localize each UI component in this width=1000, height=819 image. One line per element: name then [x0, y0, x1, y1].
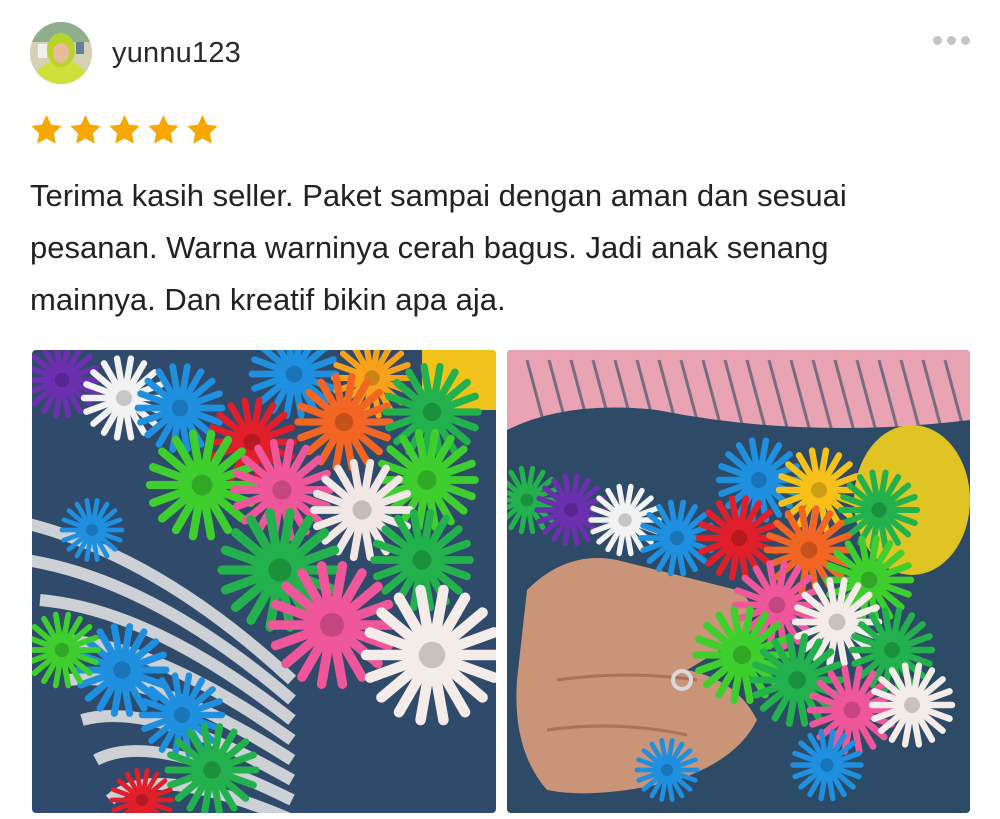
star-icon: [186, 114, 219, 145]
username[interactable]: yunnu123: [112, 37, 241, 70]
more-options-icon[interactable]: [933, 36, 970, 45]
more-dot-icon: [933, 36, 942, 45]
user-avatar-icon[interactable]: [30, 22, 92, 84]
more-dot-icon: [961, 36, 970, 45]
star-icon: [30, 114, 63, 145]
star-icon: [108, 114, 141, 145]
review-photo-2[interactable]: [507, 350, 970, 813]
review-photo-1[interactable]: [32, 350, 496, 813]
more-dot-icon: [947, 36, 956, 45]
star-icon: [69, 114, 102, 145]
review-card: yunnu123 Terima kasih seller. Paket samp…: [0, 0, 1000, 819]
star-rating: [30, 114, 219, 145]
review-comment: Terima kasih seller. Paket sampai dengan…: [30, 178, 847, 317]
star-icon: [147, 114, 180, 145]
